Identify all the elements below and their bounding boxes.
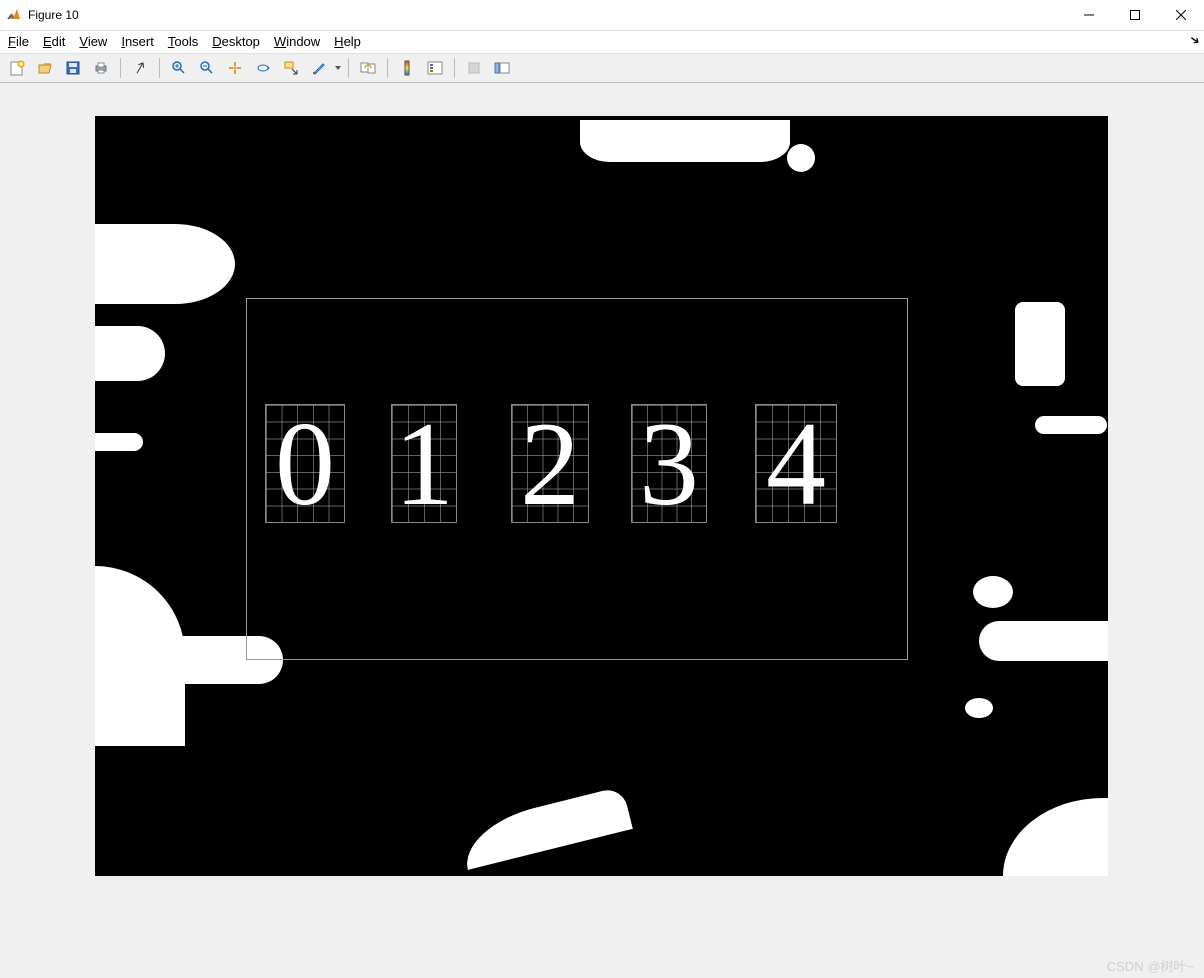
blob-12 bbox=[965, 698, 993, 718]
menu-desktop[interactable]: Desktop bbox=[212, 31, 260, 53]
zoom-in-button[interactable] bbox=[166, 56, 192, 80]
insert-colorbar-button[interactable] bbox=[394, 56, 420, 80]
toolbar-separator bbox=[387, 58, 388, 78]
menu-help[interactable]: Help bbox=[334, 31, 361, 53]
menu-tools[interactable]: Tools bbox=[168, 31, 198, 53]
menu-insert[interactable]: Insert bbox=[121, 31, 154, 53]
toolbar-separator bbox=[159, 58, 160, 78]
toolbar bbox=[0, 53, 1204, 83]
menu-file[interactable]: File bbox=[8, 31, 29, 53]
menu-view[interactable]: View bbox=[79, 31, 107, 53]
menu-window[interactable]: Window bbox=[274, 31, 320, 53]
close-button[interactable] bbox=[1158, 0, 1204, 30]
blob-11 bbox=[979, 621, 1108, 661]
rotate-3d-button[interactable] bbox=[250, 56, 276, 80]
insert-legend-button[interactable] bbox=[422, 56, 448, 80]
link-plot-button[interactable] bbox=[355, 56, 381, 80]
data-cursor-button[interactable] bbox=[278, 56, 304, 80]
dock-arrow-icon[interactable]: ➔ bbox=[1187, 31, 1203, 48]
brush-dropdown[interactable] bbox=[334, 66, 342, 70]
menu-bar: File Edit View Insert Tools Desktop Window Help… bbox=[0, 31, 1204, 53]
app-icon bbox=[6, 7, 22, 23]
blob-7 bbox=[457, 786, 633, 870]
blob-8 bbox=[1015, 302, 1065, 386]
blob-3 bbox=[95, 326, 165, 381]
minimize-button[interactable] bbox=[1066, 0, 1112, 30]
maximize-button[interactable] bbox=[1112, 0, 1158, 30]
blob-10 bbox=[973, 576, 1013, 608]
title-bar: Figure 10 bbox=[0, 0, 1204, 31]
blob-9 bbox=[1035, 416, 1107, 434]
digit-box-1: 1 bbox=[391, 404, 457, 523]
image-axes[interactable]: 01234 bbox=[95, 116, 1108, 876]
blob-2 bbox=[95, 224, 235, 304]
open-button[interactable] bbox=[32, 56, 58, 80]
save-button[interactable] bbox=[60, 56, 86, 80]
hide-plot-tools-button bbox=[461, 56, 487, 80]
digit-box-4: 4 bbox=[755, 404, 837, 523]
pan-button[interactable] bbox=[222, 56, 248, 80]
digit-box-3: 3 bbox=[631, 404, 707, 523]
window-buttons bbox=[1066, 0, 1204, 30]
toolbar-separator bbox=[454, 58, 455, 78]
edit-plot-button[interactable] bbox=[127, 56, 153, 80]
digit-box-2: 2 bbox=[511, 404, 589, 523]
blob-0 bbox=[580, 120, 790, 162]
watermark-text: CSDN @树叶~ bbox=[1107, 956, 1194, 975]
window-title: Figure 10 bbox=[28, 8, 1066, 22]
zoom-out-button[interactable] bbox=[194, 56, 220, 80]
new-figure-button[interactable] bbox=[4, 56, 30, 80]
show-plot-tools-button[interactable] bbox=[489, 56, 515, 80]
digit-box-0: 0 bbox=[265, 404, 345, 523]
brush-button[interactable] bbox=[306, 56, 332, 80]
blob-1 bbox=[787, 144, 815, 172]
menu-edit[interactable]: Edit bbox=[43, 31, 65, 53]
print-button[interactable] bbox=[88, 56, 114, 80]
blob-4 bbox=[95, 433, 143, 451]
toolbar-separator bbox=[348, 58, 349, 78]
blob-13 bbox=[1003, 798, 1108, 876]
figure-area: 01234 CSDN @树叶~ bbox=[0, 83, 1204, 978]
toolbar-separator bbox=[120, 58, 121, 78]
